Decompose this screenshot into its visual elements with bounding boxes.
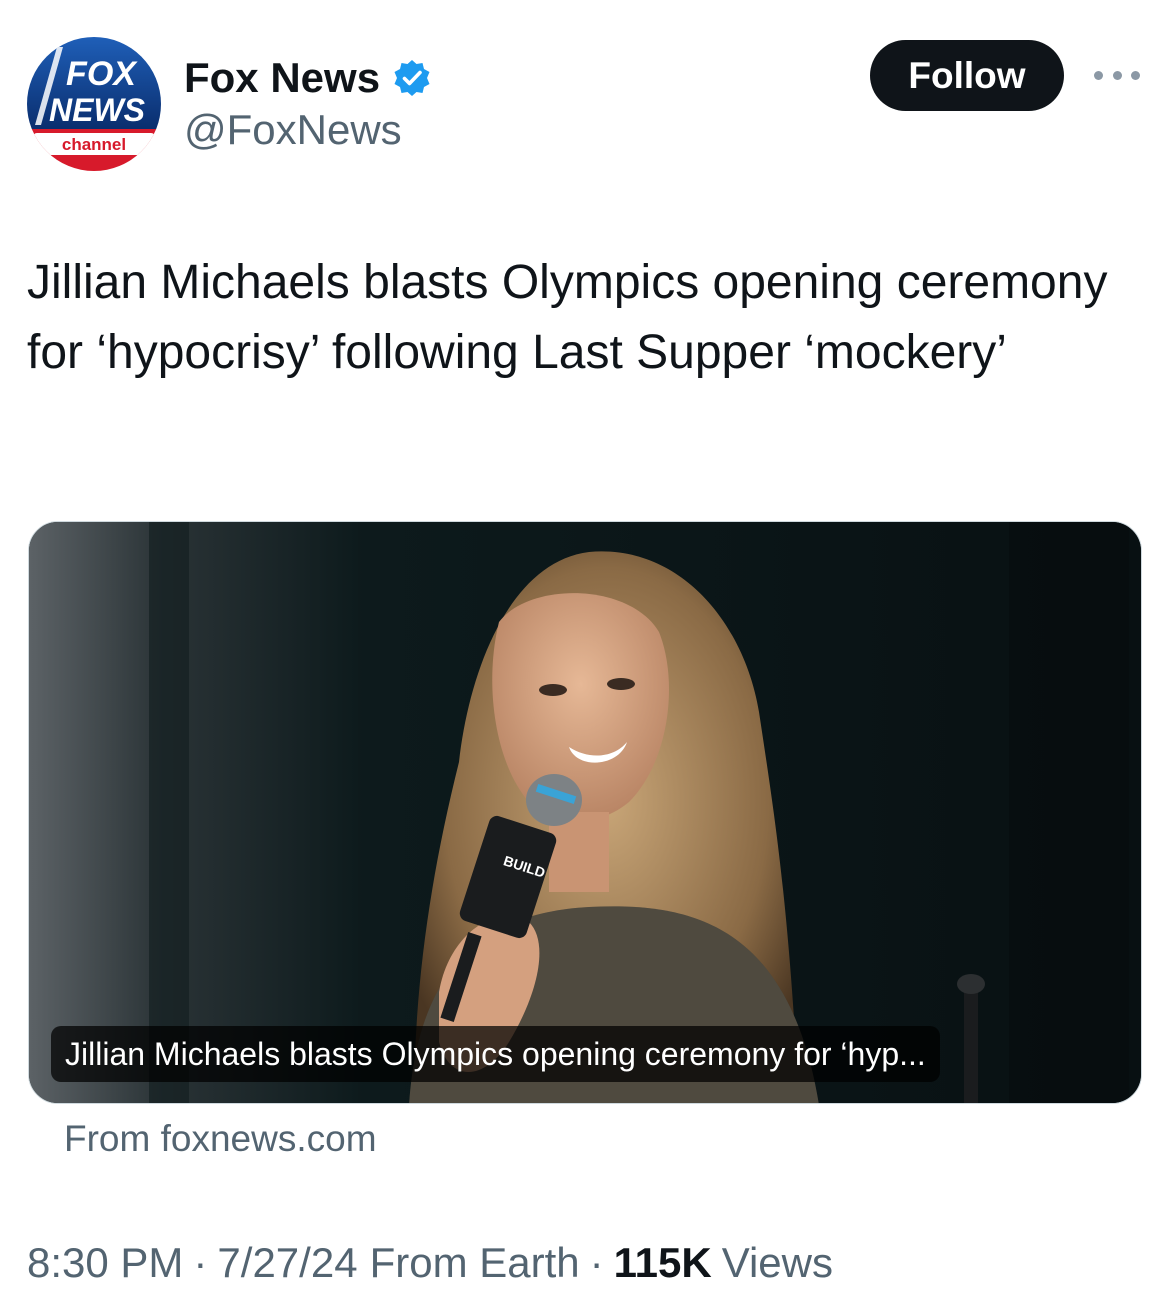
logo-text-channel: channel bbox=[62, 135, 126, 154]
display-name[interactable]: Fox News bbox=[184, 54, 380, 102]
follow-button[interactable]: Follow bbox=[870, 40, 1064, 111]
fox-news-logo: FOX NEWS channel bbox=[27, 37, 161, 171]
meta-separator: · bbox=[193, 1239, 208, 1286]
card-image: BUILD bbox=[29, 522, 1141, 1103]
card-source[interactable]: From foxnews.com bbox=[64, 1118, 377, 1160]
meta-separator: · bbox=[589, 1239, 604, 1286]
more-options-icon[interactable] bbox=[1094, 62, 1140, 88]
avatar[interactable]: FOX NEWS channel bbox=[27, 37, 161, 171]
logo-text-fox: FOX bbox=[66, 55, 138, 93]
tweet-text: Jillian Michaels blasts Olympics opening… bbox=[27, 256, 1108, 379]
verified-badge-icon[interactable] bbox=[392, 58, 432, 98]
display-name-row[interactable]: Fox News bbox=[184, 50, 432, 106]
logo-text-news: NEWS bbox=[49, 92, 146, 128]
views-label: Views bbox=[721, 1239, 833, 1286]
tweet-date[interactable]: 7/27/24 bbox=[217, 1239, 357, 1287]
card-caption: Jillian Michaels blasts Olympics opening… bbox=[51, 1026, 940, 1082]
handle[interactable]: @FoxNews bbox=[184, 106, 402, 154]
views-count: 115K bbox=[613, 1239, 712, 1286]
tweet-location: From Earth bbox=[369, 1239, 580, 1286]
link-card[interactable]: BUILD Jillian Michaels blasts Olympics o… bbox=[28, 521, 1142, 1104]
tweet-time[interactable]: 8:30 PM bbox=[27, 1239, 183, 1287]
tweet-meta: 8:30 PM · 7/27/24 From Earth · 115K View… bbox=[27, 1236, 833, 1290]
